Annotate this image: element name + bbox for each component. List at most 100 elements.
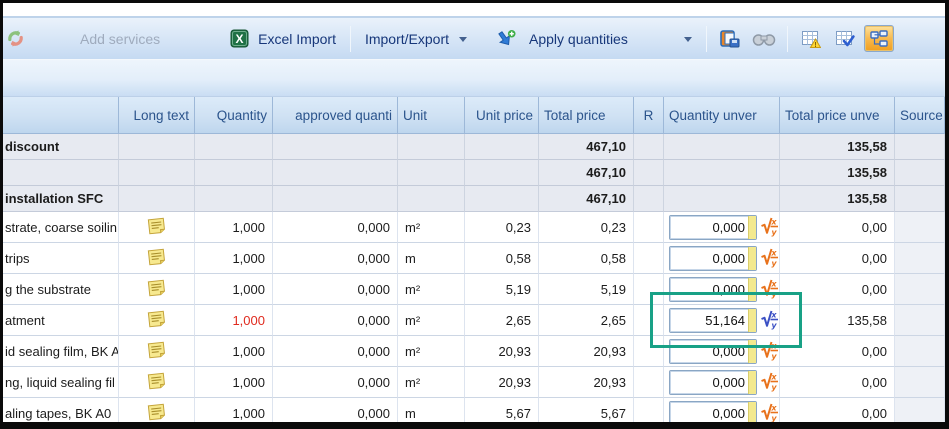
total-price-unverified-value: 0,00 (780, 212, 895, 243)
column-header-unit_price[interactable]: Unit price (465, 97, 539, 134)
quantity-unverified-inputbox (669, 370, 757, 395)
quantity-unverified-input[interactable] (670, 247, 748, 270)
panel-band (3, 60, 945, 97)
source-cell (895, 212, 945, 243)
quantity-value: 1,000 (195, 305, 273, 336)
formula-sqrt-icon[interactable]: xy (757, 370, 780, 395)
r-flag-cell (634, 274, 664, 305)
total-price-value: 5,19 (539, 274, 634, 305)
column-header-total_price[interactable]: Total price (539, 97, 634, 134)
column-header-quantity_unver[interactable]: Quantity unver (664, 97, 780, 134)
formula-sqrt-icon[interactable]: xy (757, 215, 780, 240)
approved-quantity-value: 0,000 (273, 336, 398, 367)
column-header-source[interactable]: Source (895, 97, 945, 134)
column-header-r[interactable]: R (634, 97, 664, 134)
binoculars-icon[interactable] (749, 25, 779, 52)
table-row[interactable]: trips1,0000,000m0,580,58xy0,00 (3, 243, 945, 274)
svg-text:y: y (771, 259, 777, 268)
svg-text:x: x (770, 372, 777, 381)
table-row[interactable]: strate, coarse soilin1,0000,000m²0,230,2… (3, 212, 945, 243)
quantity-unverified-input[interactable] (670, 371, 748, 394)
quantity-unverified-input[interactable] (670, 309, 748, 332)
excel-import-button[interactable]: Excel Import (254, 31, 340, 47)
quantity-value: 1,000 (195, 274, 273, 305)
unit-value: m (398, 243, 465, 274)
unit-price-value (465, 186, 539, 212)
total-price-unverified-value: 135,58 (780, 134, 895, 160)
formula-sqrt-icon[interactable]: xy (757, 277, 780, 302)
svg-text:x: x (770, 279, 777, 288)
report-save-icon[interactable] (715, 25, 745, 52)
table-row[interactable]: ng, liquid sealing fil1,0000,000m²20,932… (3, 367, 945, 398)
long-text-note-icon[interactable] (147, 279, 166, 299)
quantity-unverified-cell (664, 186, 780, 212)
input-yellow-stripe (748, 216, 756, 239)
approved-quantity-value: 0,000 (273, 305, 398, 336)
column-header-total_price_unver[interactable]: Total price unve (780, 97, 895, 134)
apply-quantities-button[interactable]: Apply quantities (521, 28, 700, 50)
apply-quantities-icon (497, 29, 516, 48)
quantity-unverified-inputbox (669, 308, 757, 333)
quantity-unverified-cell: xy (664, 274, 780, 305)
long-text-note-icon[interactable] (147, 403, 166, 423)
table-row[interactable]: id sealing film, BK A1,0000,000m²20,9320… (3, 336, 945, 367)
approved-quantity-value (273, 160, 398, 186)
table-row[interactable]: installation SFC467,10135,58 (3, 186, 945, 212)
add-services-button[interactable]: Add services (76, 31, 164, 47)
quantity-unverified-input[interactable] (670, 278, 748, 301)
long-text-note-icon[interactable] (147, 341, 166, 361)
unit-value: m² (398, 212, 465, 243)
quantity-unverified-cell (664, 134, 780, 160)
total-price-value: 467,10 (539, 160, 634, 186)
quantity-value: 1,000 (195, 243, 273, 274)
total-price-unverified-value: 0,00 (780, 243, 895, 274)
table-row[interactable]: 467,10135,58 (3, 160, 945, 186)
column-header-long_text[interactable]: Long text (119, 97, 195, 134)
table-row[interactable]: atment1,0000,000m²2,652,65xy135,58 (3, 305, 945, 336)
input-yellow-stripe (748, 247, 756, 270)
unit-price-value: 2,65 (465, 305, 539, 336)
grid-check-icon[interactable] (830, 25, 860, 52)
long-text-note-icon[interactable] (147, 310, 166, 330)
svg-text:X: X (236, 32, 244, 46)
import-export-button[interactable]: Import/Export (357, 28, 475, 50)
formula-sqrt-icon[interactable]: xy (757, 339, 780, 364)
table-row[interactable]: g the substrate1,0000,000m²5,195,19xy0,0… (3, 274, 945, 305)
total-price-value: 2,65 (539, 305, 634, 336)
formula-sqrt-icon[interactable]: xy (757, 401, 780, 426)
formula-sqrt-icon[interactable]: xy (757, 308, 780, 333)
grid-warning-icon[interactable]: ! (796, 25, 826, 52)
refresh-icon[interactable] (6, 29, 25, 48)
r-flag-cell (634, 398, 664, 429)
formula-sqrt-icon[interactable]: xy (757, 246, 780, 271)
chevron-down-icon (684, 37, 692, 42)
approved-quantity-value: 0,000 (273, 243, 398, 274)
total-price-unverified-value: 0,00 (780, 336, 895, 367)
column-header-approved_quantity[interactable]: approved quanti (273, 97, 398, 134)
long-text-note-icon[interactable] (147, 248, 166, 268)
long-text-note-icon[interactable] (147, 217, 166, 237)
svg-text:y: y (771, 414, 777, 423)
total-price-value: 20,93 (539, 336, 634, 367)
table-row[interactable]: discount467,10135,58 (3, 134, 945, 160)
input-yellow-stripe (748, 340, 756, 363)
long-text-cell (119, 336, 195, 367)
column-header-unit[interactable]: Unit (398, 97, 465, 134)
long-text-note-icon[interactable] (147, 372, 166, 392)
quantity-unverified-input[interactable] (670, 340, 748, 363)
table-row[interactable]: aling tapes, BK A01,0000,000m5,675,67xy0… (3, 398, 945, 429)
quantity-unverified-cell: xy (664, 367, 780, 398)
column-header-quantity[interactable]: Quantity (195, 97, 273, 134)
quantity-unverified-inputbox (669, 215, 757, 240)
svg-text:x: x (770, 217, 777, 226)
svg-text:y: y (771, 290, 777, 299)
approved-quantity-value (273, 186, 398, 212)
quantity-unverified-cell (664, 160, 780, 186)
column-header-name[interactable] (3, 97, 119, 134)
unit-value: m² (398, 274, 465, 305)
structure-view-icon[interactable] (864, 25, 894, 52)
quantity-unverified-input[interactable] (670, 216, 748, 239)
quantity-unverified-input[interactable] (670, 402, 748, 425)
unit-price-value: 5,19 (465, 274, 539, 305)
quantity-unverified-inputbox (669, 246, 757, 271)
